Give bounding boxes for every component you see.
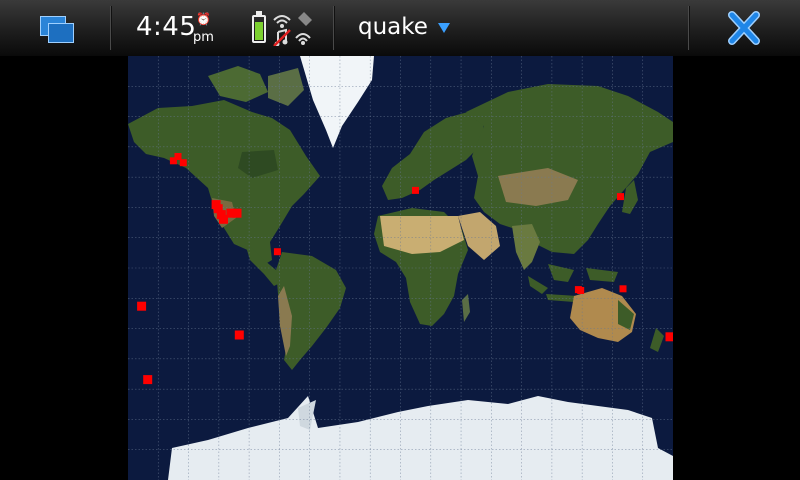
- quake-marker[interactable]: [273, 248, 281, 256]
- battery-icon[interactable]: [252, 11, 268, 43]
- clock-ampm: pm: [193, 30, 214, 45]
- quake-marker[interactable]: [412, 186, 419, 194]
- separator: [688, 6, 689, 50]
- close-icon[interactable]: [722, 10, 766, 46]
- quake-marker[interactable]: [232, 208, 242, 218]
- world-map[interactable]: [128, 56, 673, 480]
- separator: [333, 6, 334, 50]
- quake-marker[interactable]: [577, 287, 585, 294]
- app-title: quake: [358, 14, 428, 40]
- quake-marker[interactable]: [137, 301, 147, 311]
- dropdown-icon: [437, 22, 450, 33]
- quake-marker[interactable]: [174, 153, 182, 160]
- quake-marker[interactable]: [619, 285, 627, 293]
- network-icon[interactable]: [292, 8, 314, 48]
- app-menu[interactable]: quake: [358, 14, 450, 42]
- clock-time[interactable]: 4:45: [136, 12, 196, 42]
- separator: [110, 6, 111, 50]
- quake-marker[interactable]: [143, 375, 153, 385]
- wifi-icon[interactable]: [272, 10, 292, 46]
- alarm-icon: ⏰: [196, 12, 211, 26]
- quake-marker[interactable]: [617, 193, 624, 201]
- task-switcher-icon[interactable]: [34, 12, 78, 44]
- status-bar: 4:45 ⏰ pm quake: [0, 0, 800, 56]
- quake-marker[interactable]: [234, 330, 244, 340]
- quake-marker[interactable]: [665, 332, 674, 342]
- quake-marker[interactable]: [179, 159, 187, 167]
- window-front-shape: [48, 23, 74, 43]
